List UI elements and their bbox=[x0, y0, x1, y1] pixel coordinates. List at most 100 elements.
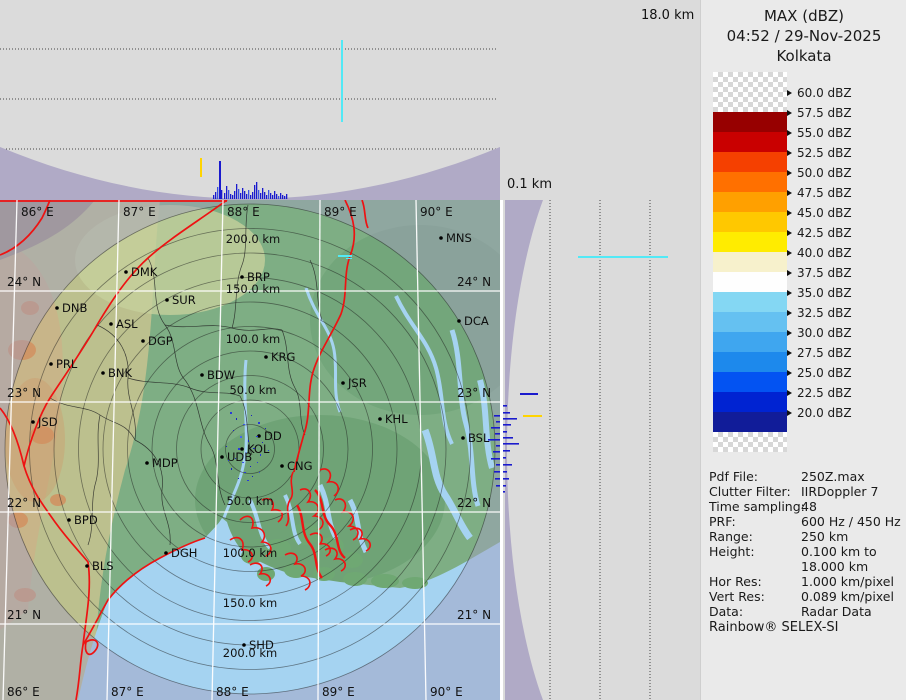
colorbar-band bbox=[713, 152, 787, 172]
legend-entry: 35.0 dBZ bbox=[787, 285, 852, 301]
profile-spike bbox=[276, 194, 277, 199]
range-ring-label: 150.0 km bbox=[226, 282, 280, 296]
latitude-label: 21° N bbox=[7, 608, 41, 622]
legend-arrow-icon bbox=[787, 330, 792, 336]
legend-entry-label: 27.5 dBZ bbox=[797, 346, 852, 360]
profile-spike bbox=[270, 193, 271, 199]
echo-speckle bbox=[228, 460, 229, 461]
side-profile-tick bbox=[502, 437, 513, 439]
colorbar-band bbox=[713, 232, 787, 252]
profile-spike bbox=[262, 188, 263, 199]
colorbar-band bbox=[713, 112, 787, 132]
profile-spike bbox=[232, 195, 233, 199]
info-row-label: Vert Res: bbox=[709, 589, 765, 604]
radar-map: 24° N24° N23° N23° N22° N22° N21° N21° N… bbox=[0, 200, 500, 700]
info-row-label: Time sampling: bbox=[709, 499, 805, 514]
profile-spike bbox=[215, 192, 216, 199]
echo-speckle bbox=[236, 418, 237, 420]
station-dot-PRL bbox=[49, 362, 53, 366]
longitude-label-top: 89° E bbox=[324, 205, 357, 219]
longitude-label-top: 86° E bbox=[21, 205, 54, 219]
latitude-label: 22° N bbox=[7, 496, 41, 510]
legend-entry: 55.0 dBZ bbox=[787, 125, 852, 141]
info-row-value: IIRDoppler 7 bbox=[801, 484, 878, 499]
colorbar-band bbox=[713, 332, 787, 352]
station-dot-JSD bbox=[31, 420, 35, 424]
legend-arrow-icon bbox=[787, 150, 792, 156]
colorbar-band bbox=[713, 292, 787, 312]
colorbar-checker-bottom bbox=[713, 432, 787, 452]
echo-edge-tick bbox=[491, 427, 500, 429]
legend-entry: 45.0 dBZ bbox=[787, 205, 852, 221]
product-name: MAX (dBZ) bbox=[701, 6, 906, 26]
crosshair-cyan-vertical bbox=[341, 40, 343, 122]
echo-speckle bbox=[259, 472, 260, 473]
echo-speckle bbox=[258, 422, 260, 424]
profile-spike bbox=[278, 196, 279, 199]
echo-speckle bbox=[242, 462, 244, 463]
profile-spike bbox=[236, 184, 237, 199]
echo-edge-tick bbox=[493, 451, 500, 453]
echo-speckle bbox=[233, 430, 234, 431]
echo-speckle bbox=[235, 458, 236, 459]
map-panel-divider bbox=[500, 200, 503, 700]
colorbar-band bbox=[713, 172, 787, 192]
colorbar-band bbox=[713, 192, 787, 212]
echo-speckle bbox=[265, 428, 266, 429]
legend-entry: 52.5 dBZ bbox=[787, 145, 852, 161]
legend-entry-label: 25.0 dBZ bbox=[797, 366, 852, 380]
station-label-SHD: SHD bbox=[249, 638, 274, 652]
legend-arrow-icon bbox=[787, 90, 792, 96]
station-label-SUR: SUR bbox=[172, 293, 196, 307]
info-row-value: 48 bbox=[801, 499, 817, 514]
station-label-DCA: DCA bbox=[464, 314, 489, 328]
dbz-colorbar bbox=[713, 72, 787, 452]
profile-spike bbox=[264, 192, 265, 199]
station-label-DGH: DGH bbox=[171, 546, 197, 560]
station-dot-BSL bbox=[461, 436, 465, 440]
legend-arrow-icon bbox=[787, 130, 792, 136]
profile-spike-yellow bbox=[200, 158, 202, 177]
station-dot-BNK bbox=[101, 371, 105, 375]
station-label-DGP: DGP bbox=[148, 334, 173, 348]
station-dot-BDW bbox=[200, 373, 204, 377]
top-height-label: 18.0 km bbox=[641, 8, 694, 23]
echo-speckle bbox=[252, 476, 253, 477]
station-label-KHL: KHL bbox=[385, 412, 408, 426]
echo-cyan-dash bbox=[338, 255, 352, 257]
profile-spike-tall bbox=[219, 161, 221, 199]
product-site: Kolkata bbox=[701, 46, 906, 66]
profile-spike bbox=[228, 190, 229, 199]
station-label-UDB: UDB bbox=[227, 450, 252, 464]
echo-speckle bbox=[244, 472, 246, 473]
echo-speckle bbox=[257, 462, 258, 463]
profile-spike bbox=[234, 191, 235, 199]
info-row-value: 18.000 km bbox=[801, 559, 868, 574]
echo-speckle bbox=[243, 424, 245, 425]
station-dot-CNG bbox=[280, 464, 284, 468]
info-row-value: Radar Data bbox=[801, 604, 872, 619]
profile-spike bbox=[242, 188, 243, 199]
station-dot-DCA bbox=[457, 319, 461, 323]
info-row-value: 600 Hz / 450 Hz bbox=[801, 514, 901, 529]
legend-arrow-icon bbox=[787, 350, 792, 356]
legend-entry: 42.5 dBZ bbox=[787, 225, 852, 241]
station-label-ASL: ASL bbox=[116, 317, 138, 331]
side-profile-tick bbox=[502, 450, 510, 452]
legend-entry-label: 57.5 dBZ bbox=[797, 106, 852, 120]
product-datetime: 04:52 / 29-Nov-2025 bbox=[701, 26, 906, 46]
legend-entry-label: 47.5 dBZ bbox=[797, 186, 852, 200]
station-dot-MNS bbox=[439, 236, 443, 240]
station-dot-ASL bbox=[109, 322, 113, 326]
profile-spike bbox=[280, 193, 281, 199]
info-row-label: Hor Res: bbox=[709, 574, 762, 589]
legend-arrow-icon bbox=[787, 270, 792, 276]
station-dot-BRP bbox=[240, 275, 244, 279]
top-height-profile-panel bbox=[0, 0, 500, 200]
station-label-DD: DD bbox=[264, 429, 282, 443]
station-label-JSR: JSR bbox=[347, 376, 367, 390]
legend-entry: 57.5 dBZ bbox=[787, 105, 852, 121]
legend-entry-label: 35.0 dBZ bbox=[797, 286, 852, 300]
info-row-label: Pdf File: bbox=[709, 469, 758, 484]
side-height-label: 0.1 km bbox=[507, 177, 552, 192]
